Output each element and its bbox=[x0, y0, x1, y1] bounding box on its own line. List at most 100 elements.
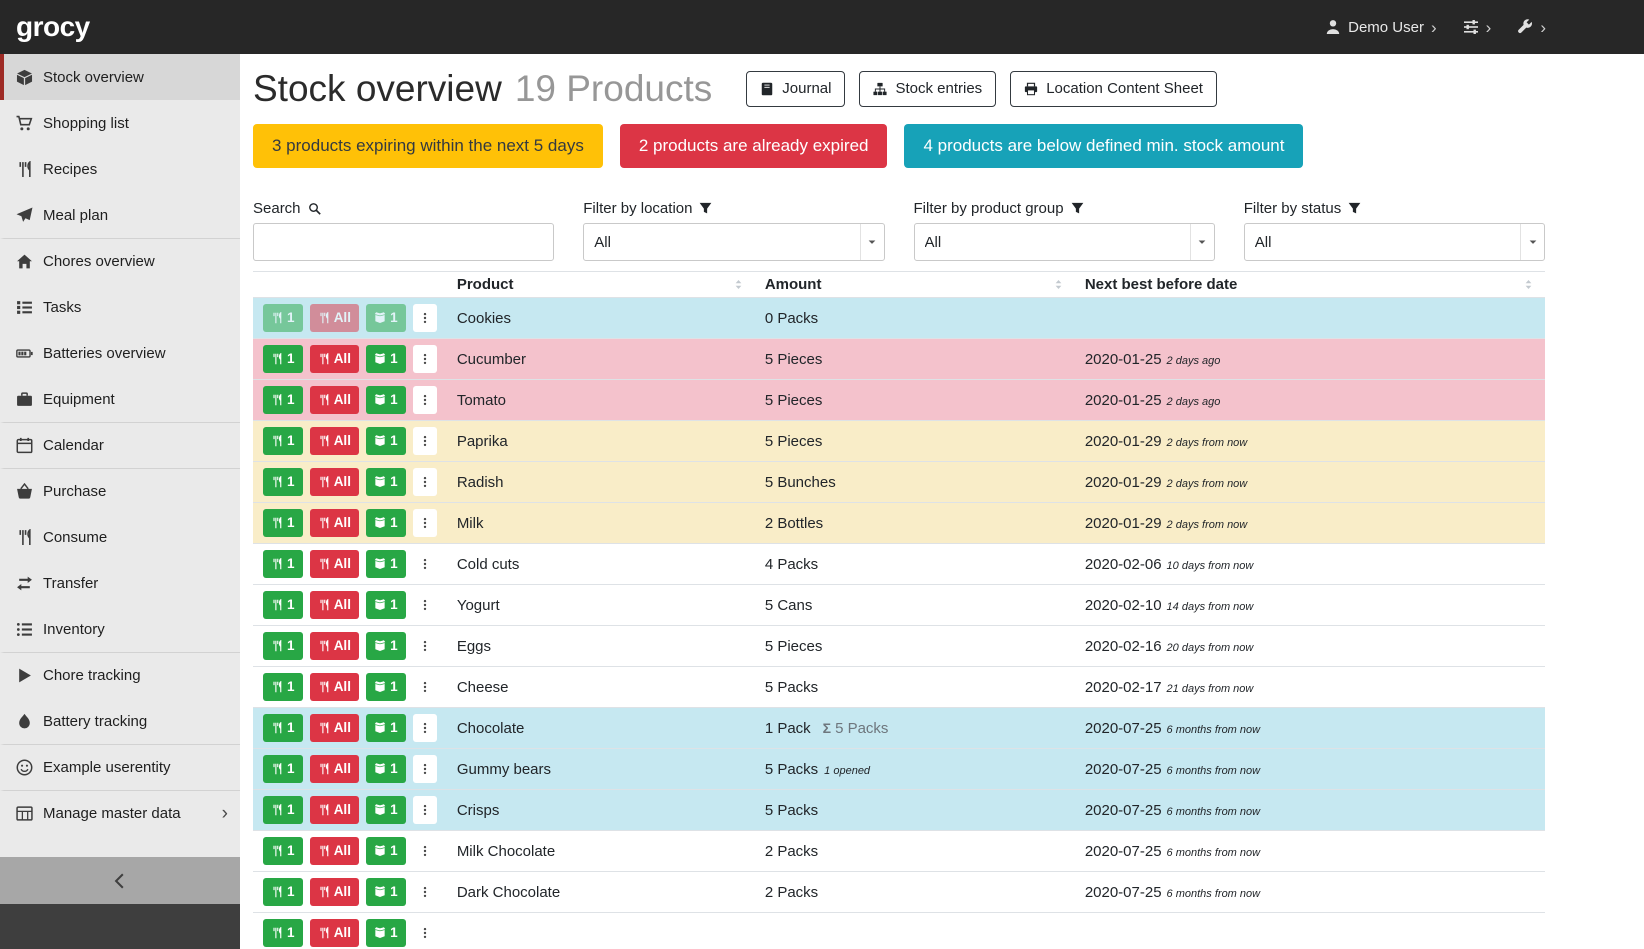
consume-one-button[interactable]: 1 bbox=[263, 796, 303, 824]
consume-all-button[interactable]: All bbox=[310, 427, 359, 455]
consume-all-button[interactable]: All bbox=[310, 550, 359, 578]
consume-all-button[interactable]: All bbox=[310, 468, 359, 496]
open-one-button[interactable]: 1 bbox=[366, 304, 406, 332]
consume-all-button[interactable]: All bbox=[310, 591, 359, 619]
row-menu-button[interactable] bbox=[413, 304, 437, 332]
column-header-product[interactable]: Product bbox=[447, 272, 755, 298]
open-one-button[interactable]: 1 bbox=[366, 386, 406, 414]
row-menu-button[interactable] bbox=[413, 673, 437, 701]
row-menu-button[interactable] bbox=[413, 509, 437, 537]
sidebar-item-manage-master-data[interactable]: Manage master data › bbox=[0, 790, 240, 836]
status-filter-select[interactable]: All bbox=[1244, 223, 1545, 261]
admin-menu[interactable]: › bbox=[1517, 19, 1546, 36]
consume-one-button[interactable]: 1 bbox=[263, 345, 303, 373]
sidebar-item-meal-plan[interactable]: Meal plan bbox=[0, 192, 240, 238]
expired-products-banner[interactable]: 2 products are already expired bbox=[620, 124, 888, 168]
consume-one-button[interactable]: 1 bbox=[263, 509, 303, 537]
open-one-button[interactable]: 1 bbox=[366, 427, 406, 455]
consume-one-button[interactable]: 1 bbox=[263, 468, 303, 496]
sidebar-item-battery-tracking[interactable]: Battery tracking bbox=[0, 698, 240, 744]
column-header-amount[interactable]: Amount bbox=[755, 272, 1075, 298]
below-min-stock-banner[interactable]: 4 products are below defined min. stock … bbox=[904, 124, 1303, 168]
sidebar-item-shopping-list[interactable]: Shopping list bbox=[0, 100, 240, 146]
consume-all-button[interactable]: All bbox=[310, 755, 359, 783]
column-header-best-before-date[interactable]: Next best before date bbox=[1075, 272, 1545, 298]
consume-all-button[interactable]: All bbox=[310, 837, 359, 865]
row-menu-button[interactable] bbox=[413, 468, 437, 496]
open-one-button[interactable]: 1 bbox=[366, 591, 406, 619]
user-menu[interactable]: Demo User › bbox=[1325, 19, 1437, 36]
open-one-button[interactable]: 1 bbox=[366, 796, 406, 824]
consume-one-button[interactable]: 1 bbox=[263, 427, 303, 455]
consume-all-button[interactable]: All bbox=[310, 304, 359, 332]
consume-all-button[interactable]: All bbox=[310, 919, 359, 947]
consume-all-button[interactable]: All bbox=[310, 632, 359, 660]
sidebar-item-consume[interactable]: Consume bbox=[0, 514, 240, 560]
consume-one-button[interactable]: 1 bbox=[263, 837, 303, 865]
row-menu-button[interactable] bbox=[413, 632, 437, 660]
consume-all-button[interactable]: All bbox=[310, 673, 359, 701]
consume-all-button[interactable]: All bbox=[310, 878, 359, 906]
sidebar-item-batteries-overview[interactable]: Batteries overview bbox=[0, 330, 240, 376]
sidebar-item-stock-overview[interactable]: Stock overview bbox=[0, 54, 240, 100]
settings-menu[interactable]: › bbox=[1463, 19, 1492, 36]
consume-one-button[interactable]: 1 bbox=[263, 550, 303, 578]
stock-entries-button[interactable]: Stock entries bbox=[859, 71, 996, 107]
row-menu-button[interactable] bbox=[413, 796, 437, 824]
consume-one-button[interactable]: 1 bbox=[263, 304, 303, 332]
sidebar-item-purchase[interactable]: Purchase bbox=[0, 468, 240, 514]
row-menu-button[interactable] bbox=[413, 714, 437, 742]
location-content-sheet-button[interactable]: Location Content Sheet bbox=[1010, 71, 1217, 107]
sidebar-item-chores-overview[interactable]: Chores overview bbox=[0, 238, 240, 284]
row-menu-button[interactable] bbox=[413, 755, 437, 783]
sidebar-item-calendar[interactable]: Calendar bbox=[0, 422, 240, 468]
consume-one-button[interactable]: 1 bbox=[263, 878, 303, 906]
sidebar-collapse-button[interactable] bbox=[0, 857, 240, 904]
row-menu-button[interactable] bbox=[413, 878, 437, 906]
sidebar-item-tasks[interactable]: Tasks bbox=[0, 284, 240, 330]
open-one-button[interactable]: 1 bbox=[366, 919, 406, 947]
row-menu-button[interactable] bbox=[413, 386, 437, 414]
open-one-button[interactable]: 1 bbox=[366, 632, 406, 660]
row-menu-button[interactable] bbox=[413, 427, 437, 455]
consume-all-button[interactable]: All bbox=[310, 386, 359, 414]
product-group-filter-select[interactable]: All bbox=[914, 223, 1215, 261]
journal-button[interactable]: Journal bbox=[746, 71, 845, 107]
consume-one-button[interactable]: 1 bbox=[263, 673, 303, 701]
consume-one-button[interactable]: 1 bbox=[263, 386, 303, 414]
row-menu-button[interactable] bbox=[413, 591, 437, 619]
consume-one-button[interactable]: 1 bbox=[263, 755, 303, 783]
best-before-date bbox=[1075, 913, 1545, 949]
row-menu-button[interactable] bbox=[413, 345, 437, 373]
sidebar-item-recipes[interactable]: Recipes bbox=[0, 146, 240, 192]
open-one-button[interactable]: 1 bbox=[366, 345, 406, 373]
open-one-button[interactable]: 1 bbox=[366, 509, 406, 537]
sidebar-item-equipment[interactable]: Equipment bbox=[0, 376, 240, 422]
expiring-products-banner[interactable]: 3 products expiring within the next 5 da… bbox=[253, 124, 603, 168]
sidebar-item-chore-tracking[interactable]: Chore tracking bbox=[0, 652, 240, 698]
open-one-button[interactable]: 1 bbox=[366, 550, 406, 578]
open-one-button[interactable]: 1 bbox=[366, 468, 406, 496]
consume-one-button[interactable]: 1 bbox=[263, 632, 303, 660]
open-one-button[interactable]: 1 bbox=[366, 673, 406, 701]
consume-all-button[interactable]: All bbox=[310, 714, 359, 742]
consume-one-button[interactable]: 1 bbox=[263, 591, 303, 619]
open-one-button[interactable]: 1 bbox=[366, 837, 406, 865]
location-filter-select[interactable]: All bbox=[583, 223, 884, 261]
consume-all-button[interactable]: All bbox=[310, 509, 359, 537]
open-one-button[interactable]: 1 bbox=[366, 755, 406, 783]
open-one-button[interactable]: 1 bbox=[366, 714, 406, 742]
sidebar-item-transfer[interactable]: Transfer bbox=[0, 560, 240, 606]
sidebar-item-example-userentity[interactable]: Example userentity bbox=[0, 744, 240, 790]
consume-one-button[interactable]: 1 bbox=[263, 919, 303, 947]
search-input[interactable] bbox=[253, 223, 554, 261]
row-menu-button[interactable] bbox=[413, 550, 437, 578]
consume-all-button[interactable]: All bbox=[310, 345, 359, 373]
consume-one-button[interactable]: 1 bbox=[263, 714, 303, 742]
consume-all-button[interactable]: All bbox=[310, 796, 359, 824]
open-one-button[interactable]: 1 bbox=[366, 878, 406, 906]
row-menu-button[interactable] bbox=[413, 919, 437, 947]
row-menu-button[interactable] bbox=[413, 837, 437, 865]
sidebar-item-inventory[interactable]: Inventory bbox=[0, 606, 240, 652]
app-logo[interactable]: grocy bbox=[16, 11, 90, 43]
